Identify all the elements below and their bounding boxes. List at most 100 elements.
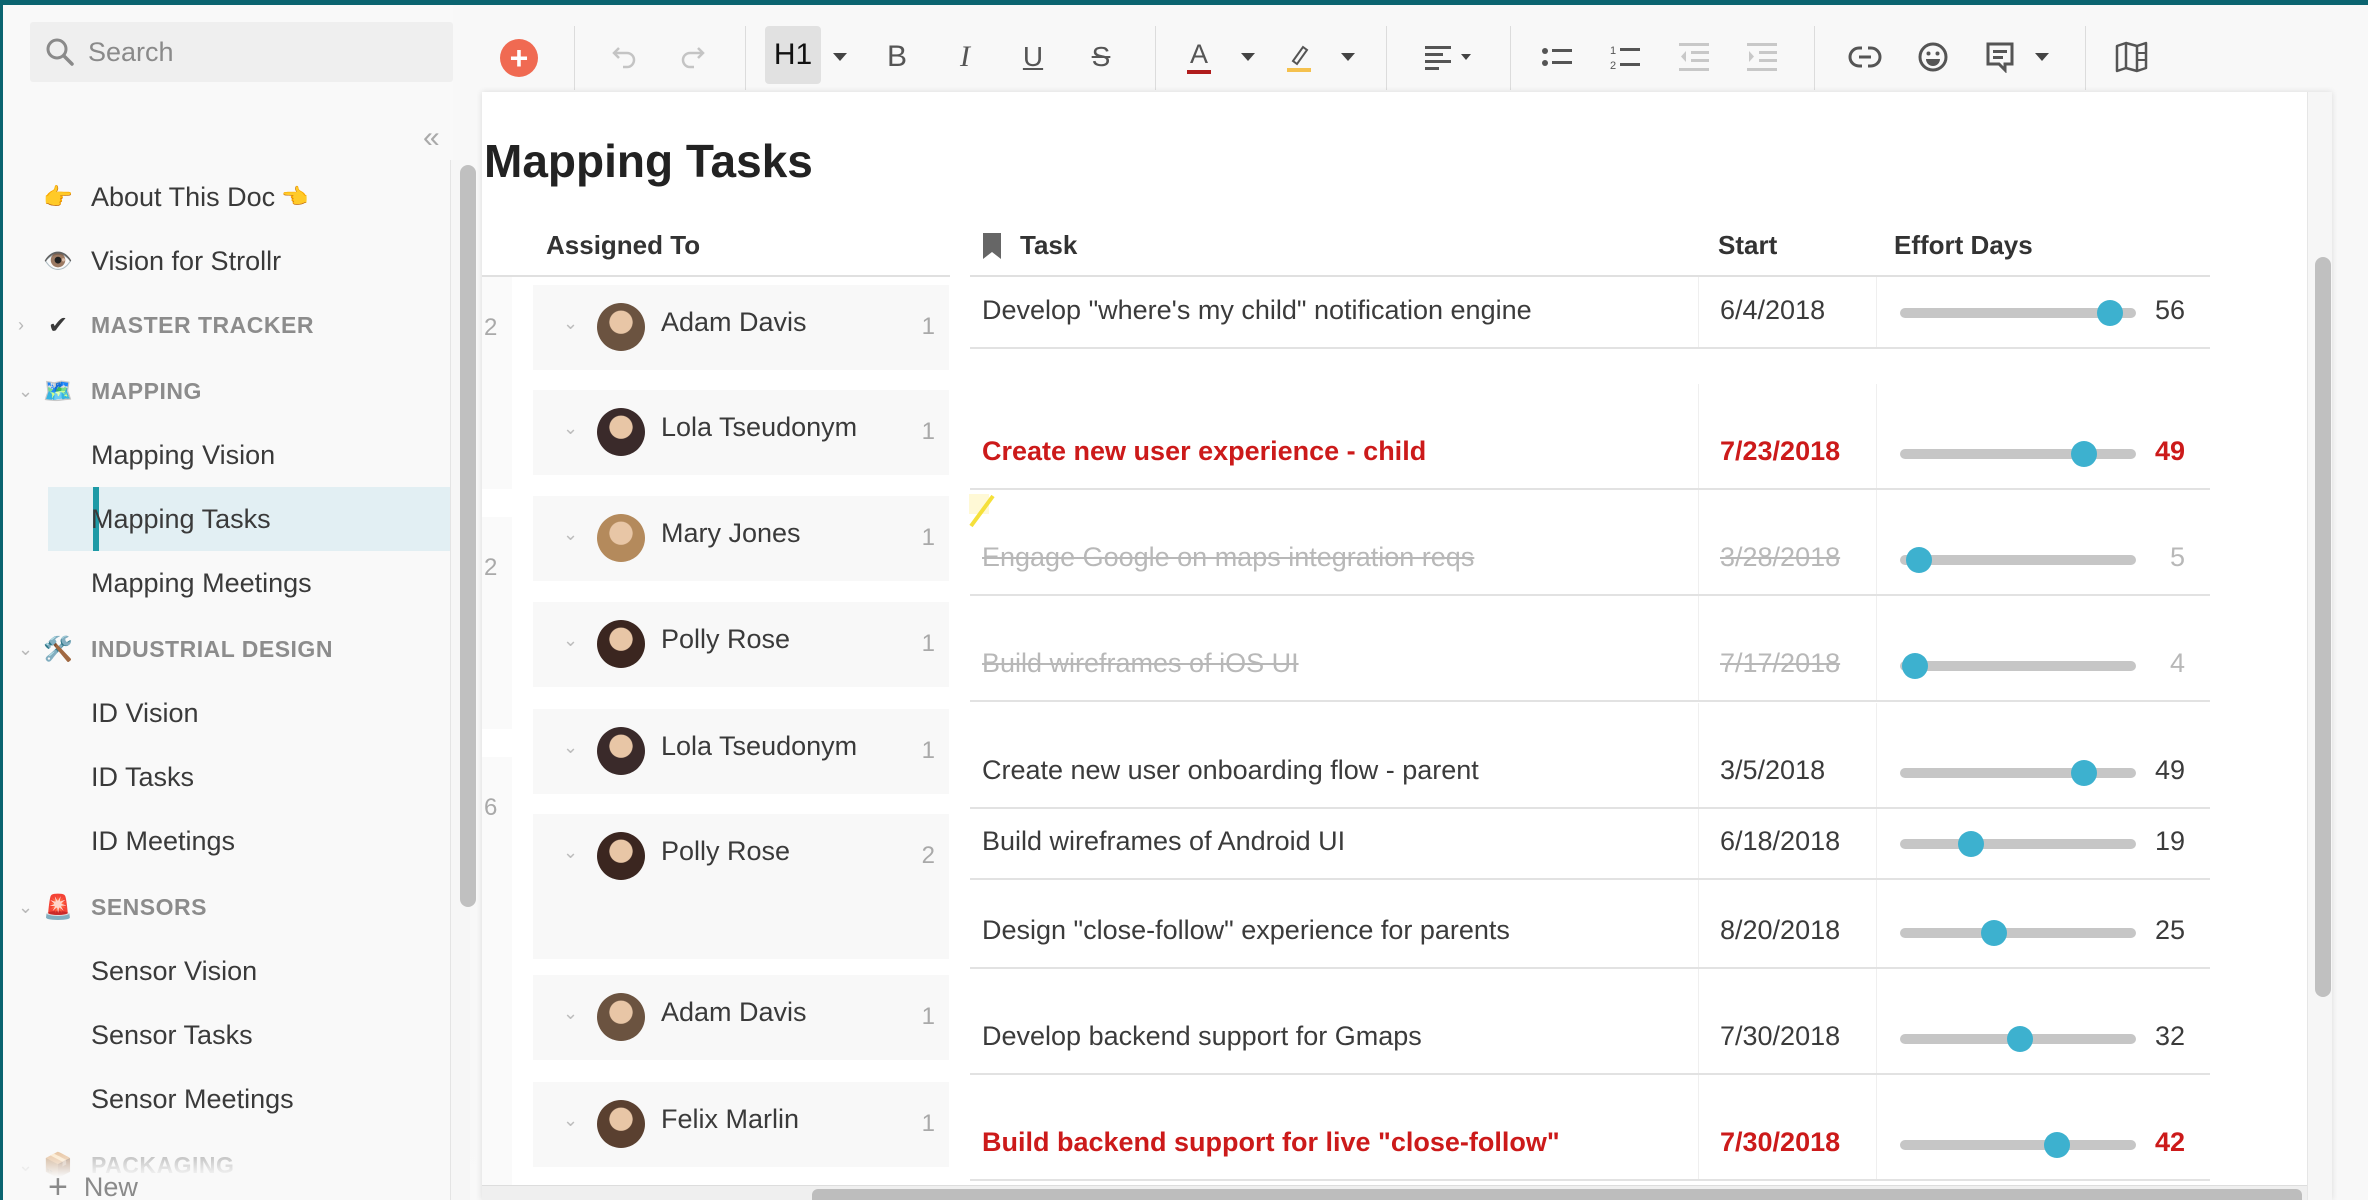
heading-style-button[interactable]: H1: [765, 26, 821, 84]
chevron-down-icon[interactable]: ⌄: [18, 639, 33, 660]
start-date[interactable]: 6/4/2018: [1720, 295, 1825, 326]
numbered-list-button[interactable]: 12: [1608, 32, 1644, 82]
sidebar-item[interactable]: ID Tasks: [3, 745, 453, 809]
sidebar-item[interactable]: Sensor Vision: [3, 939, 453, 1003]
map-button[interactable]: [2112, 32, 2152, 82]
task-name[interactable]: Design "close-follow" experience for par…: [982, 915, 1510, 946]
sidebar-item[interactable]: 👉 About This Doc 👈: [3, 165, 453, 229]
bold-button[interactable]: B: [880, 32, 914, 82]
effort-slider-knob[interactable]: [2070, 441, 2097, 467]
start-date[interactable]: 7/30/2018: [1720, 1127, 1840, 1158]
task-name[interactable]: Create new user experience - child: [982, 436, 1426, 467]
start-date[interactable]: 3/5/2018: [1720, 755, 1825, 786]
text-color-button[interactable]: A: [1182, 32, 1216, 82]
sidebar-item[interactable]: Mapping Vision: [3, 423, 453, 487]
table-row[interactable]: Create new user experience - child 7/23/2…: [970, 384, 2210, 490]
task-name[interactable]: Develop backend support for Gmaps: [982, 1021, 1422, 1052]
assignee-cell[interactable]: ⌄ Lola Tseudonym 1: [533, 390, 949, 475]
chevron-down-icon[interactable]: ⌄: [563, 842, 578, 863]
assignee-cell[interactable]: ⌄ Adam Davis 1: [533, 285, 949, 370]
sidebar-item[interactable]: Sensor Meetings: [3, 1067, 453, 1131]
effort-slider-knob[interactable]: [2096, 300, 2123, 326]
indent-button[interactable]: [1744, 32, 1780, 82]
bulleted-list-button[interactable]: [1540, 32, 1576, 82]
column-header-start[interactable]: Start: [1718, 230, 1777, 261]
task-name[interactable]: Develop "where's my child" notification …: [982, 295, 1532, 326]
sidebar-item[interactable]: Sensor Tasks: [3, 1003, 453, 1067]
effort-slider[interactable]: [1900, 653, 2136, 679]
search-input[interactable]: Search: [30, 22, 453, 82]
effort-slider-knob[interactable]: [1980, 920, 2007, 946]
comment-button[interactable]: [1980, 32, 2020, 82]
link-button[interactable]: [1845, 32, 1885, 82]
redo-button[interactable]: [672, 32, 712, 82]
effort-slider-knob[interactable]: [2070, 760, 2097, 786]
comment-dropdown[interactable]: [2032, 32, 2052, 82]
highlight-dropdown[interactable]: [1338, 32, 1358, 82]
task-name[interactable]: Build wireframes of iOS UI: [982, 648, 1299, 679]
sidebar-scrollbar-thumb[interactable]: [460, 165, 476, 907]
emoji-button[interactable]: [1913, 32, 1953, 82]
new-page-button[interactable]: + New: [48, 1170, 138, 1200]
sidebar-section[interactable]: ⌄ 🛠️ INDUSTRIAL DESIGN: [3, 617, 453, 681]
table-row[interactable]: Build wireframes of iOS UI 7/17/2018 4: [970, 596, 2210, 702]
assignee-cell[interactable]: ⌄ Polly Rose 2: [533, 814, 949, 959]
chevron-down-icon[interactable]: ⌄: [563, 1110, 578, 1131]
effort-slider[interactable]: [1900, 547, 2136, 573]
start-date[interactable]: 7/23/2018: [1720, 436, 1840, 467]
underline-button[interactable]: U: [1016, 32, 1050, 82]
document-scrollbar-thumb[interactable]: [2315, 257, 2331, 997]
add-button[interactable]: +: [500, 39, 538, 77]
effort-slider-knob[interactable]: [1958, 831, 1985, 857]
assignee-cell[interactable]: ⌄ Felix Marlin 1: [533, 1082, 949, 1167]
task-name[interactable]: Build backend support for live "close-fo…: [982, 1127, 1560, 1158]
start-date[interactable]: 6/18/2018: [1720, 826, 1840, 857]
task-name[interactable]: Create new user onboarding flow - parent: [982, 755, 1479, 786]
sidebar-section[interactable]: › ✔ MASTER TRACKER: [3, 293, 453, 357]
column-header-task[interactable]: Task: [982, 230, 1077, 261]
chevron-down-icon[interactable]: ⌄: [563, 737, 578, 758]
start-date[interactable]: 7/30/2018: [1720, 1021, 1840, 1052]
sidebar-section[interactable]: ⌄ 🚨 SENSORS: [3, 875, 453, 939]
table-row[interactable]: Design "close-follow" experience for par…: [970, 880, 2210, 969]
sidebar-item[interactable]: ID Meetings: [3, 809, 453, 873]
task-name[interactable]: Build wireframes of Android UI: [982, 826, 1345, 857]
effort-slider[interactable]: [1900, 831, 2136, 857]
table-row[interactable]: Develop "where's my child" notification …: [970, 277, 2210, 349]
sidebar-item[interactable]: Mapping Meetings: [3, 551, 453, 615]
undo-button[interactable]: [605, 32, 645, 82]
chevron-down-icon[interactable]: ⌄: [563, 418, 578, 439]
table-row[interactable]: Build wireframes of Android UI 6/18/2018 1…: [970, 809, 2210, 880]
effort-slider[interactable]: [1900, 1132, 2136, 1158]
effort-slider-knob[interactable]: [2044, 1132, 2071, 1158]
strikethrough-button[interactable]: S: [1084, 32, 1118, 82]
effort-slider-knob[interactable]: [1901, 653, 1928, 679]
column-header-effort[interactable]: Effort Days: [1894, 230, 2033, 261]
table-row[interactable]: Engage Google on maps integration reqs 3/…: [970, 490, 2210, 596]
sidebar-item[interactable]: Mapping Tasks: [48, 487, 453, 551]
effort-slider[interactable]: [1900, 300, 2136, 326]
start-date[interactable]: 8/20/2018: [1720, 915, 1840, 946]
align-button[interactable]: [1420, 32, 1476, 82]
assignee-cell[interactable]: ⌄ Mary Jones 1: [533, 496, 949, 581]
horizontal-scrollbar-thumb[interactable]: [812, 1189, 2302, 1200]
start-date[interactable]: 7/17/2018: [1720, 648, 1840, 679]
sidebar-item[interactable]: 👁️ Vision for Strollr: [3, 229, 453, 293]
table-row[interactable]: Build backend support for live "close-fo…: [970, 1075, 2210, 1181]
chevron-down-icon[interactable]: ⌄: [18, 897, 33, 918]
sidebar-section[interactable]: ⌄ 🗺️ MAPPING: [3, 359, 453, 423]
effort-slider[interactable]: [1900, 920, 2136, 946]
effort-slider[interactable]: [1900, 760, 2136, 786]
assignee-cell[interactable]: ⌄ Adam Davis 1: [533, 975, 949, 1060]
chevron-down-icon[interactable]: ⌄: [563, 524, 578, 545]
chevron-down-icon[interactable]: ⌄: [563, 1003, 578, 1024]
italic-button[interactable]: I: [948, 32, 982, 82]
effort-slider-knob[interactable]: [2006, 1026, 2033, 1052]
effort-slider[interactable]: [1900, 1026, 2136, 1052]
highlight-button[interactable]: [1282, 32, 1316, 82]
table-row[interactable]: Create new user onboarding flow - parent…: [970, 703, 2210, 809]
assignee-cell[interactable]: ⌄ Polly Rose 1: [533, 602, 949, 687]
effort-slider[interactable]: [1900, 441, 2136, 467]
heading-dropdown[interactable]: [830, 32, 850, 82]
sidebar-item[interactable]: ID Vision: [3, 681, 453, 745]
